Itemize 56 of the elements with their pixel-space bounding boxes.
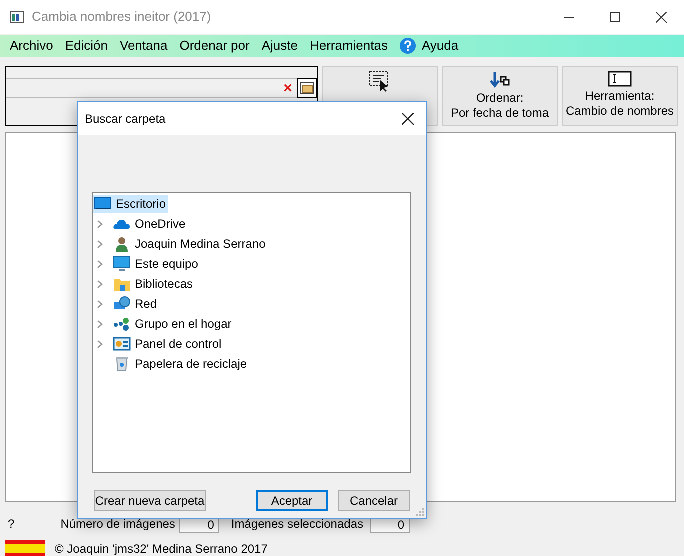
tree-item[interactable]: Panel de control [113, 335, 224, 353]
help-menu-item[interactable]: Ayuda [394, 36, 465, 56]
monitor-icon [113, 256, 131, 272]
chevron-right-icon[interactable] [97, 340, 103, 348]
menu-item[interactable]: Edición [59, 36, 114, 56]
chevron-right-icon[interactable] [97, 300, 103, 308]
tree-item[interactable]: Grupo en el hogar [113, 315, 234, 333]
maximize-icon [610, 12, 620, 22]
folder-icon [113, 276, 131, 292]
menu-item[interactable]: Ventana [114, 36, 174, 56]
close-icon [656, 12, 666, 22]
toolbar-button[interactable]: Ordenar: Por fecha de toma [442, 66, 558, 126]
menu-item[interactable]: Herramientas [304, 36, 394, 56]
user-icon [113, 236, 131, 252]
tree-item[interactable]: Red [113, 295, 160, 313]
dialog-title: Buscar carpeta [85, 110, 166, 128]
tree-item[interactable]: Joaquin Medina Serrano [113, 235, 268, 253]
control-panel-icon [113, 336, 131, 352]
help-icon [400, 38, 416, 54]
browse-button[interactable] [297, 78, 317, 98]
clear-button[interactable]: × [279, 80, 297, 96]
tree-item[interactable]: OneDrive [113, 215, 188, 233]
tree-item[interactable]: Este equipo [113, 255, 200, 273]
recycle-bin-icon [113, 356, 131, 372]
toolbar-button[interactable]: Herramienta: Cambio de nombres [562, 66, 678, 126]
dialog-button[interactable]: Aceptar [256, 490, 328, 511]
tree-item[interactable]: Escritorio [93, 195, 168, 213]
desktop-icon [94, 196, 112, 212]
folder-icon [300, 82, 314, 94]
menu-item[interactable]: Archivo [4, 36, 60, 56]
sort-down-icon [489, 71, 511, 89]
chevron-right-icon[interactable] [97, 220, 103, 228]
resize-grip-icon[interactable] [416, 508, 424, 516]
tree-item[interactable]: Papelera de reciclaje [113, 355, 250, 373]
app-icon [10, 11, 24, 23]
dialog-button[interactable]: Cancelar [338, 490, 410, 511]
menu-item[interactable]: Ordenar por [174, 36, 256, 56]
tree-item[interactable]: Bibliotecas [113, 275, 196, 293]
homegroup-icon [113, 316, 131, 332]
minimize-icon [564, 16, 574, 18]
chevron-right-icon[interactable] [97, 260, 103, 268]
select-cursor-icon [369, 71, 391, 93]
image-count-label: Número de imágenes [60, 516, 176, 533]
text-cursor-icon [608, 71, 632, 87]
chevron-right-icon[interactable] [97, 240, 103, 248]
window-title: Cambia nombres ineitor (2017) [32, 8, 212, 26]
network-icon [113, 296, 131, 312]
spain-flag-icon [5, 540, 45, 556]
copyright-text: © Joaquin 'jms32' Medina Serrano 2017 [55, 541, 268, 556]
chevron-right-icon[interactable] [97, 320, 103, 328]
close-icon [402, 112, 414, 124]
menu-item[interactable]: Ajuste [256, 36, 304, 56]
help-mark: ? [8, 516, 15, 533]
dialog-button[interactable]: Crear nueva carpeta [94, 490, 206, 511]
chevron-right-icon[interactable] [97, 280, 103, 288]
selected-count-label: Imágenes seleccionadas [231, 516, 364, 533]
